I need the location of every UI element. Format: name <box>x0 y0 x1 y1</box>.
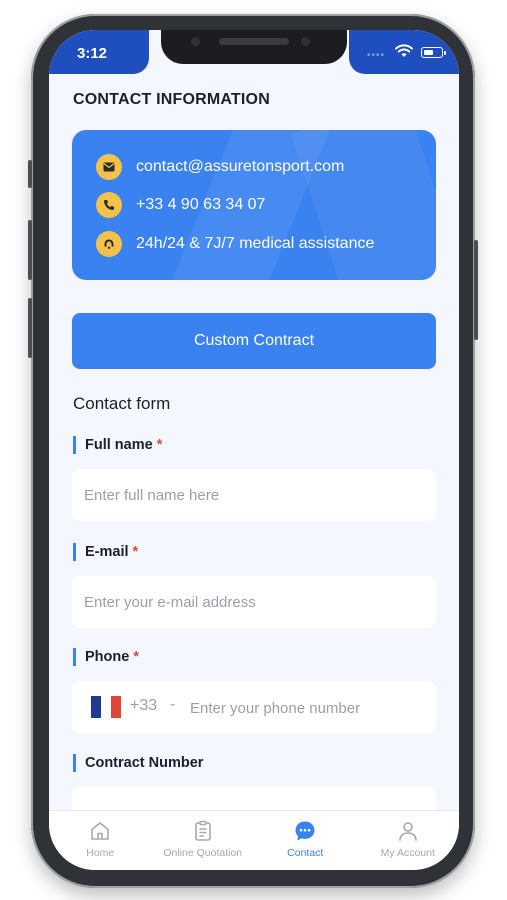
phone-icon <box>96 192 122 218</box>
required-marker: * <box>156 437 163 453</box>
required-marker: * <box>133 649 139 665</box>
side-button <box>28 160 32 188</box>
email-input[interactable] <box>72 576 436 628</box>
sensor-icon <box>191 37 200 46</box>
tab-contact[interactable]: Contact <box>254 811 357 870</box>
tab-home[interactable]: Home <box>49 811 152 870</box>
full-name-input[interactable] <box>72 469 436 521</box>
camera-icon <box>301 37 310 46</box>
contact-info-title: CONTACT INFORMATION <box>73 91 270 108</box>
tab-my-account-label: My Account <box>380 847 435 859</box>
dial-code-separator: - <box>170 696 176 713</box>
phone-input[interactable] <box>188 691 422 725</box>
custom-contract-button[interactable]: Custom Contract <box>72 313 436 369</box>
country-dial-code[interactable]: +33 <box>130 697 157 715</box>
user-icon <box>398 822 417 841</box>
france-flag-icon[interactable] <box>91 696 121 718</box>
full-name-label: Full name * <box>73 436 162 454</box>
app-screen: 3:12 •••• CONTACT INFORMATION contact@as… <box>49 30 459 870</box>
contact-phone-row[interactable]: +33 4 90 63 34 07 <box>96 191 265 219</box>
signal-dots-icon: •••• <box>366 50 385 61</box>
clipboard-icon <box>194 820 211 841</box>
email-label-text: E-mail <box>85 544 129 560</box>
full-name-label-text: Full name <box>85 437 153 453</box>
volume-up-button <box>28 220 32 280</box>
power-button <box>474 240 478 340</box>
contact-phone-text: +33 4 90 63 34 07 <box>136 196 266 213</box>
contact-info-card: contact@assuretonsport.com +33 4 90 63 3… <box>72 130 436 280</box>
notch <box>161 30 347 64</box>
battery-icon <box>421 47 446 58</box>
tab-contact-label: Contact <box>287 847 324 859</box>
tab-online-quotation[interactable]: Online Quotation <box>152 811 255 870</box>
chat-icon <box>295 821 315 841</box>
tab-online-quotation-label: Online Quotation <box>163 847 243 859</box>
wifi-icon <box>395 44 413 57</box>
email-label: E-mail * <box>73 543 138 561</box>
phone-field: +33 - <box>72 681 436 733</box>
speaker-grille <box>219 38 289 45</box>
contact-email-row[interactable]: contact@assuretonsport.com <box>96 153 344 181</box>
tab-my-account[interactable]: My Account <box>357 811 460 870</box>
contact-form-title: Contact form <box>73 394 171 413</box>
volume-down-button <box>28 298 32 358</box>
status-time: 3:12 <box>49 30 149 74</box>
medical-assistance-text: 24h/24 & 7J/7 medical assistance <box>136 235 375 252</box>
status-bar: 3:12 •••• <box>49 30 459 74</box>
contact-email-text: contact@assuretonsport.com <box>136 158 345 175</box>
mail-icon <box>96 154 122 180</box>
bottom-tab-bar: Home Online Quotation Contact My Account <box>49 810 459 870</box>
medical-assistance-row: 24h/24 & 7J/7 medical assistance <box>96 230 374 258</box>
phone-label-text: Phone <box>85 649 130 665</box>
contract-number-label-text: Contract Number <box>85 755 204 771</box>
required-marker: * <box>132 544 139 560</box>
phone-label: Phone * <box>73 648 139 666</box>
medical-icon <box>96 231 122 257</box>
tab-home-label: Home <box>86 847 115 859</box>
contract-number-label: Contract Number <box>73 754 203 772</box>
home-icon <box>91 822 110 840</box>
status-icons: •••• <box>349 30 459 74</box>
